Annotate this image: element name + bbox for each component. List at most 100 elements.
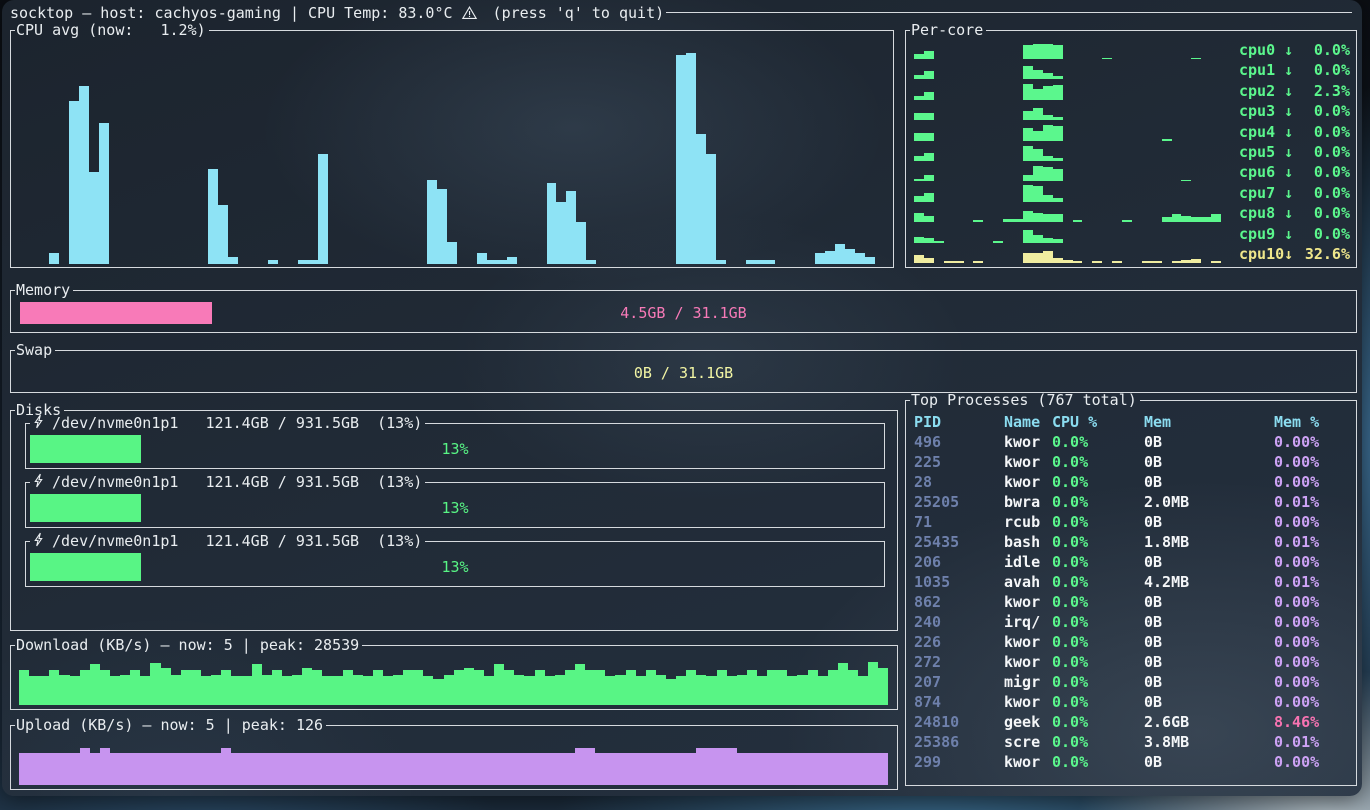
process-mem: 0B bbox=[1144, 752, 1274, 772]
history-bar bbox=[575, 748, 585, 785]
core-row-cpu9: cpu9↓0.0% bbox=[914, 225, 1350, 243]
history-bar bbox=[191, 670, 201, 705]
history-bar bbox=[656, 675, 666, 705]
history-bar bbox=[585, 670, 595, 705]
history-bar bbox=[447, 242, 457, 264]
history-bar bbox=[80, 748, 90, 785]
history-bar bbox=[585, 748, 595, 785]
history-bar bbox=[444, 675, 454, 705]
history-bar bbox=[646, 753, 656, 785]
history-bar bbox=[615, 675, 625, 705]
core-sparkline bbox=[914, 102, 1231, 120]
history-bar bbox=[201, 676, 211, 705]
upload-panel-title: Upload (KB/s) — now: 5 | peak: 126 bbox=[15, 716, 326, 734]
history-bar bbox=[858, 753, 868, 785]
history-bar bbox=[332, 753, 342, 785]
upload-panel-header: Upload (KB/s) — now: 5 | peak: 126 bbox=[10, 716, 898, 734]
swap-panel-title: Swap bbox=[15, 341, 55, 359]
history-bar bbox=[1053, 85, 1063, 99]
history-bar bbox=[383, 676, 393, 705]
process-mem-pct: 0.00% bbox=[1274, 592, 1352, 612]
history-bar bbox=[586, 260, 596, 264]
history-bar bbox=[566, 191, 576, 264]
history-bar bbox=[99, 123, 109, 264]
history-bar bbox=[1191, 217, 1201, 222]
history-bar bbox=[767, 753, 777, 785]
history-bar bbox=[302, 668, 312, 705]
history-bar bbox=[1073, 220, 1083, 222]
history-bar bbox=[924, 71, 934, 79]
history-bar bbox=[221, 670, 231, 705]
history-bar bbox=[49, 670, 59, 705]
history-bar bbox=[924, 133, 934, 140]
process-mem: 0B bbox=[1144, 632, 1274, 652]
history-bar bbox=[547, 183, 557, 264]
process-name: kwor bbox=[1004, 432, 1052, 452]
history-bar bbox=[208, 169, 218, 264]
down-arrow-icon: ↓ bbox=[1284, 204, 1296, 222]
history-bar bbox=[717, 670, 727, 705]
history-bar bbox=[130, 670, 140, 705]
history-bar bbox=[150, 753, 160, 785]
history-bar bbox=[1023, 146, 1033, 161]
history-bar bbox=[914, 179, 924, 182]
upload-panel: Upload (KB/s) — now: 5 | peak: 126 bbox=[10, 725, 898, 790]
history-bar bbox=[1181, 180, 1191, 181]
download-panel-title: Download (KB/s) — now: 5 | peak: 28539 bbox=[15, 636, 362, 654]
process-row: 24810geek0.0%2.6GB8.46% bbox=[914, 712, 1352, 732]
history-bar bbox=[924, 216, 934, 222]
process-pid: 240 bbox=[914, 612, 1004, 632]
history-bar bbox=[90, 753, 100, 785]
disk-title-text: /dev/nvme0n1p1 121.4GB / 931.5GB (13%) bbox=[52, 414, 422, 432]
history-bar bbox=[835, 244, 845, 264]
core-row-cpu7: cpu7↓0.0% bbox=[914, 184, 1350, 202]
history-bar bbox=[797, 675, 807, 705]
download-history-chart bbox=[19, 657, 889, 705]
history-bar bbox=[1122, 220, 1132, 222]
history-bar bbox=[626, 753, 636, 785]
core-usage-value: 0.0% bbox=[1296, 225, 1350, 243]
history-bar bbox=[1043, 73, 1053, 79]
history-bar bbox=[706, 676, 716, 705]
history-bar bbox=[19, 753, 29, 785]
history-bar bbox=[717, 748, 727, 785]
history-bar bbox=[1033, 235, 1043, 242]
history-bar bbox=[292, 753, 302, 785]
history-bar bbox=[676, 676, 686, 705]
history-bar bbox=[706, 748, 716, 785]
core-row-cpu8: cpu8↓0.0% bbox=[914, 204, 1350, 222]
history-bar bbox=[484, 676, 494, 705]
quit-hint: (press 'q' to quit) bbox=[484, 4, 665, 22]
history-bar bbox=[423, 753, 433, 785]
process-column-header: Name bbox=[1004, 412, 1052, 432]
history-bar bbox=[777, 670, 787, 705]
core-label: cpu5 bbox=[1239, 143, 1284, 161]
memory-usage-label: 4.5GB / 31.1GB bbox=[20, 302, 1347, 324]
history-bar bbox=[241, 676, 251, 705]
history-bar bbox=[221, 748, 231, 785]
process-mem-pct: 0.00% bbox=[1274, 672, 1352, 692]
core-label: cpu9 bbox=[1239, 225, 1284, 243]
history-bar bbox=[993, 241, 1003, 243]
down-arrow-icon: ↓ bbox=[1284, 225, 1296, 243]
process-row: 28kwor0.0%0B0.00% bbox=[914, 472, 1352, 492]
disk-sub-panel: /dev/nvme0n1p1 121.4GB / 931.5GB (13%)13… bbox=[25, 482, 885, 528]
process-row: 225kwor0.0%0B0.00% bbox=[914, 452, 1352, 472]
process-name: kwor bbox=[1004, 592, 1052, 612]
history-bar bbox=[914, 54, 924, 59]
history-bar bbox=[29, 676, 39, 705]
titlebar-rule bbox=[666, 12, 1352, 13]
process-mem-pct: 8.46% bbox=[1274, 712, 1352, 732]
history-bar bbox=[298, 260, 308, 264]
history-bar bbox=[1033, 89, 1043, 100]
process-name: kwor bbox=[1004, 752, 1052, 772]
history-bar bbox=[89, 172, 99, 264]
core-sparkline bbox=[914, 143, 1231, 161]
history-bar bbox=[1112, 261, 1122, 263]
process-mem-pct: 0.00% bbox=[1274, 612, 1352, 632]
core-label: cpu2 bbox=[1239, 82, 1284, 100]
history-bar bbox=[838, 753, 848, 785]
history-bar bbox=[1043, 214, 1053, 222]
core-row-cpu10: cpu10↓32.6% bbox=[914, 245, 1350, 263]
history-bar bbox=[1172, 214, 1182, 222]
